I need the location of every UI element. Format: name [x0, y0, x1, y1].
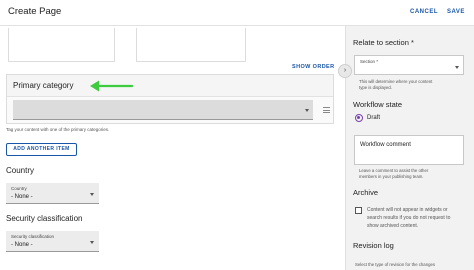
security-value: - None - — [11, 242, 33, 248]
draft-radio[interactable] — [355, 114, 363, 122]
chevron-right-icon[interactable]: › — [338, 64, 352, 78]
section-help-text-2: type is displayed. — [359, 85, 392, 90]
primary-category-card: Primary category — [6, 74, 334, 124]
top-bar: Create Page CANCEL SAVE — [0, 0, 474, 26]
country-field-label: Country — [11, 186, 27, 191]
revision-log-title: Revision log — [353, 241, 394, 250]
section-field-label: Section * — [360, 59, 379, 64]
content-card[interactable] — [136, 28, 246, 62]
archive-title: Archive — [353, 188, 379, 197]
chevron-down-icon — [90, 241, 94, 244]
revision-help-text: Select the type of revision for the chan… — [355, 262, 436, 267]
country-value: - None - — [11, 194, 33, 200]
archive-checkbox[interactable] — [355, 207, 362, 214]
security-field-label: Security classification — [11, 234, 55, 239]
security-classification-select[interactable]: Security classification - None - — [6, 231, 99, 252]
archive-text-1: Content will not appear in widgets or — [367, 207, 448, 213]
workflow-comment-label: Workflow comment — [360, 142, 411, 148]
save-button[interactable]: SAVE — [447, 9, 465, 15]
chevron-down-icon — [305, 109, 309, 112]
primary-category-header: Primary category — [7, 75, 333, 97]
workflow-state-title: Workflow state — [353, 100, 403, 109]
arrow-left-icon — [90, 80, 134, 92]
add-another-item-button[interactable]: ADD ANOTHER ITEM — [6, 143, 77, 156]
primary-category-help: Tag your content with one of the primary… — [6, 127, 110, 132]
workflow-comment-field[interactable]: Workflow comment — [354, 135, 464, 165]
drag-handle-icon[interactable] — [323, 107, 330, 115]
page-title: Create Page — [8, 6, 62, 17]
workflow-comment-help-2: members in your publishing team. — [359, 174, 424, 179]
archive-text-3: show archived content. — [367, 223, 419, 229]
archive-text-2: search results if you do not request to — [367, 215, 451, 221]
primary-category-title: Primary category — [13, 81, 74, 90]
show-order-link[interactable]: SHOW ORDER — [292, 64, 335, 70]
relate-section-title: Relate to section * — [353, 38, 414, 47]
country-section-title: Country — [6, 166, 35, 175]
content-card[interactable] — [8, 28, 115, 62]
draft-radio-label: Draft — [367, 115, 381, 121]
cancel-button[interactable]: CANCEL — [410, 9, 438, 15]
chevron-down-icon — [455, 66, 459, 69]
chevron-down-icon — [90, 193, 94, 196]
country-select[interactable]: Country - None - — [6, 183, 99, 204]
primary-category-select[interactable] — [13, 100, 313, 120]
section-select[interactable]: Section * — [354, 55, 464, 75]
security-section-title: Security classification — [6, 214, 83, 223]
